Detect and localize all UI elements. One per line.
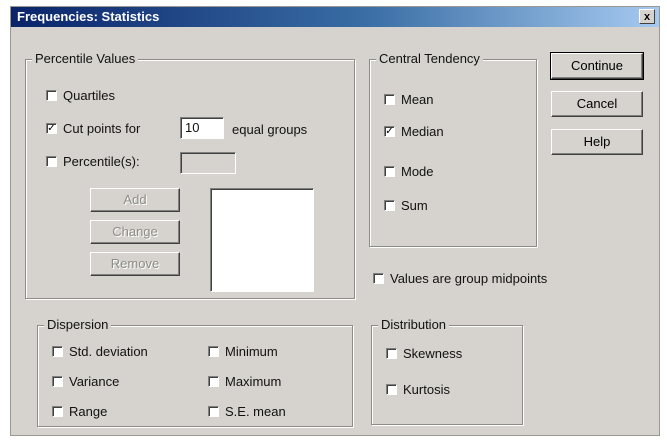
skewness-checkbox-row[interactable]: Skewness bbox=[386, 346, 462, 361]
se-mean-checkbox-row[interactable]: S.E. mean bbox=[208, 404, 286, 419]
percentile-list[interactable] bbox=[210, 188, 314, 292]
variance-label: Variance bbox=[69, 374, 120, 389]
std-deviation-checkbox[interactable] bbox=[52, 346, 63, 357]
title-bar[interactable]: Frequencies: Statistics x bbox=[11, 7, 659, 27]
dispersion-legend: Dispersion bbox=[44, 317, 112, 332]
kurtosis-checkbox-row[interactable]: Kurtosis bbox=[386, 382, 450, 397]
quartiles-checkbox[interactable] bbox=[46, 90, 57, 101]
add-button[interactable]: Add bbox=[90, 188, 180, 212]
cutpoints-checkbox[interactable]: ✓ bbox=[46, 123, 57, 134]
range-checkbox[interactable] bbox=[52, 406, 63, 417]
maximum-checkbox-row[interactable]: Maximum bbox=[208, 374, 281, 389]
sum-label: Sum bbox=[401, 198, 428, 213]
group-midpoints-label: Values are group midpoints bbox=[390, 271, 548, 286]
percentiles-checkbox-row[interactable]: Percentile(s): bbox=[46, 154, 140, 169]
skewness-label: Skewness bbox=[403, 346, 463, 361]
se-mean-checkbox[interactable] bbox=[208, 406, 219, 417]
cancel-button[interactable]: Cancel bbox=[551, 91, 643, 117]
variance-checkbox[interactable] bbox=[52, 376, 63, 387]
equal-groups-label: equal groups bbox=[232, 122, 308, 137]
quartiles-label: Quartiles bbox=[63, 88, 116, 103]
range-checkbox-row[interactable]: Range bbox=[52, 404, 107, 419]
percentiles-label: Percentile(s): bbox=[63, 154, 140, 169]
quartiles-checkbox-row[interactable]: Quartiles bbox=[46, 88, 115, 103]
remove-button[interactable]: Remove bbox=[90, 252, 180, 276]
mean-label: Mean bbox=[401, 92, 434, 107]
percentile-value-input[interactable] bbox=[180, 152, 236, 174]
se-mean-label: S.E. mean bbox=[225, 404, 286, 419]
sum-checkbox-row[interactable]: Sum bbox=[384, 198, 428, 213]
minimum-checkbox[interactable] bbox=[208, 346, 219, 357]
central-tendency-legend: Central Tendency bbox=[376, 51, 483, 66]
median-checkbox-row[interactable]: ✓ Median bbox=[384, 124, 444, 139]
variance-checkbox-row[interactable]: Variance bbox=[52, 374, 119, 389]
kurtosis-label: Kurtosis bbox=[403, 382, 450, 397]
skewness-checkbox[interactable] bbox=[386, 348, 397, 359]
maximum-checkbox[interactable] bbox=[208, 376, 219, 387]
sum-checkbox[interactable] bbox=[384, 200, 395, 211]
window-title: Frequencies: Statistics bbox=[17, 9, 160, 24]
continue-button[interactable]: Continue bbox=[550, 52, 644, 80]
median-label: Median bbox=[401, 124, 444, 139]
kurtosis-checkbox[interactable] bbox=[386, 384, 397, 395]
mode-checkbox-row[interactable]: Mode bbox=[384, 164, 434, 179]
percentiles-checkbox[interactable] bbox=[46, 156, 57, 167]
cutpoints-groups-input[interactable]: 10 bbox=[180, 117, 224, 139]
group-midpoints-checkbox-row[interactable]: Values are group midpoints bbox=[373, 271, 547, 286]
close-button[interactable]: x bbox=[639, 9, 655, 24]
std-deviation-checkbox-row[interactable]: Std. deviation bbox=[52, 344, 148, 359]
central-tendency-group: Central Tendency Mean ✓ Median Mode Sum bbox=[369, 51, 537, 247]
minimum-checkbox-row[interactable]: Minimum bbox=[208, 344, 278, 359]
median-checkbox[interactable]: ✓ bbox=[384, 126, 395, 137]
percentile-values-legend: Percentile Values bbox=[32, 51, 139, 66]
distribution-group: Distribution Skewness Kurtosis bbox=[371, 317, 523, 425]
frequencies-statistics-dialog: Frequencies: Statistics x Percentile Val… bbox=[10, 6, 660, 436]
cutpoints-checkbox-row[interactable]: ✓ Cut points for bbox=[46, 121, 140, 136]
distribution-legend: Distribution bbox=[378, 317, 450, 332]
cutpoints-label: Cut points for bbox=[63, 121, 141, 136]
dispersion-group: Dispersion Std. deviation Variance Range… bbox=[37, 317, 353, 427]
help-button[interactable]: Help bbox=[551, 129, 643, 155]
group-midpoints-checkbox[interactable] bbox=[373, 273, 384, 284]
mode-label: Mode bbox=[401, 164, 434, 179]
mode-checkbox[interactable] bbox=[384, 166, 395, 177]
change-button[interactable]: Change bbox=[90, 220, 180, 244]
minimum-label: Minimum bbox=[225, 344, 278, 359]
std-deviation-label: Std. deviation bbox=[69, 344, 148, 359]
percentile-values-group: Percentile Values Quartiles ✓ Cut points… bbox=[25, 51, 355, 299]
range-label: Range bbox=[69, 404, 108, 419]
mean-checkbox-row[interactable]: Mean bbox=[384, 92, 434, 107]
mean-checkbox[interactable] bbox=[384, 94, 395, 105]
maximum-label: Maximum bbox=[225, 374, 282, 389]
